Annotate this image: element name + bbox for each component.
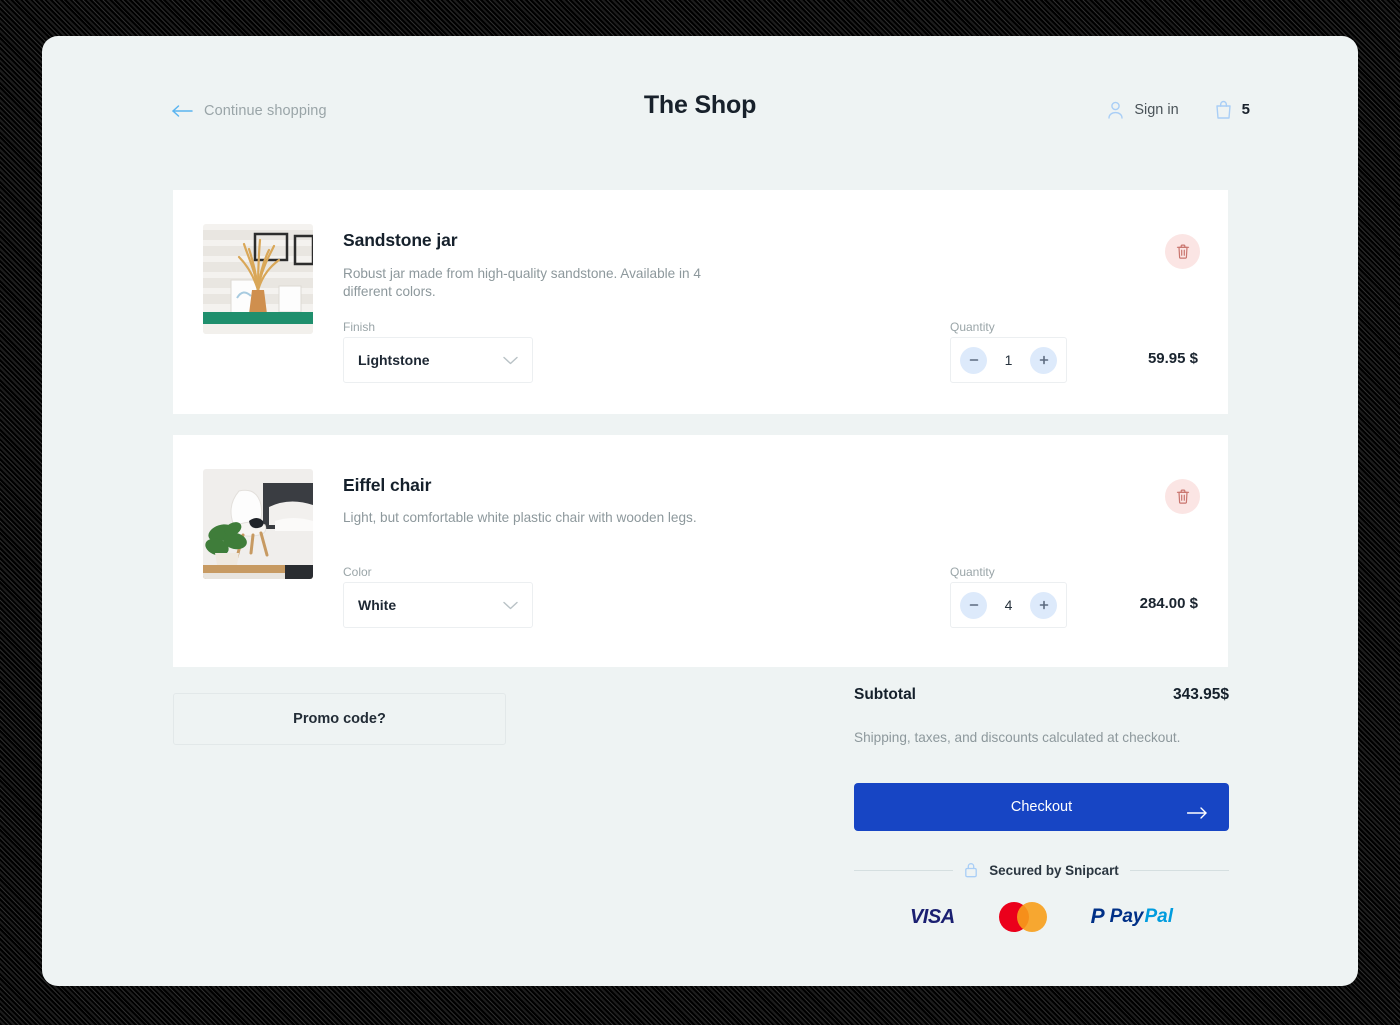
mastercard-orange-circle <box>1016 902 1047 932</box>
mastercard-logo <box>998 902 1047 932</box>
product-option-value: Lightstone <box>358 352 430 368</box>
product-title: Eiffel chair <box>343 475 432 495</box>
order-summary: Subtotal 343.95$ Shipping, taxes, and di… <box>854 686 1229 932</box>
cart-count-badge: 5 <box>1241 101 1250 118</box>
promo-code-label: Promo code? <box>293 711 386 727</box>
option-label: Color <box>343 565 372 579</box>
summary-note: Shipping, taxes, and discounts calculate… <box>854 730 1181 745</box>
paypal-logo: P Pay Pal <box>1091 905 1173 929</box>
secured-by-banner: Secured by Snipcart <box>854 862 1229 878</box>
divider-left <box>854 869 954 871</box>
minus-icon <box>968 599 980 611</box>
payment-logos: VISA P Pay Pal <box>854 902 1229 932</box>
visa-logo: VISA <box>909 905 955 928</box>
trash-icon <box>1176 244 1190 259</box>
paypal-mark: P <box>1090 905 1105 928</box>
divider-right <box>1129 869 1229 871</box>
quantity-label: Quantity <box>950 320 995 334</box>
product-option-select[interactable]: Lightstone <box>343 337 533 383</box>
paypal-text-pal: Pal <box>1144 906 1174 927</box>
checkout-label: Checkout <box>1010 799 1073 815</box>
promo-code-button[interactable]: Promo code? <box>173 693 506 745</box>
secured-by-label: Secured by Snipcart <box>989 862 1119 878</box>
shopping-bag-icon <box>1215 100 1232 119</box>
product-option-value: White <box>358 597 397 613</box>
quantity-decrement-button[interactable] <box>960 591 987 619</box>
remove-item-button[interactable] <box>1165 479 1200 514</box>
paypal-text-pay: Pay <box>1109 906 1144 927</box>
quantity-value: 1 <box>1004 352 1013 368</box>
browser-window: Continue shopping The Shop Sign in 5 San… <box>42 36 1358 986</box>
subtotal-label: Subtotal <box>854 686 916 703</box>
chevron-down-icon <box>503 601 518 610</box>
trash-icon <box>1176 489 1190 504</box>
user-icon <box>1107 101 1124 119</box>
lock-icon <box>964 862 978 878</box>
quantity-label: Quantity <box>950 565 995 579</box>
header-actions: Sign in 5 <box>1107 100 1250 119</box>
option-label: Finish <box>343 320 376 334</box>
page-header: Continue shopping The Shop Sign in 5 <box>42 36 1358 160</box>
checkout-button[interactable]: Checkout <box>854 783 1229 831</box>
quantity-value: 4 <box>1004 597 1013 613</box>
quantity-decrement-button[interactable] <box>960 346 987 374</box>
screenshot-frame: Continue shopping The Shop Sign in 5 San… <box>0 0 1400 1025</box>
remove-item-button[interactable] <box>1165 234 1200 269</box>
product-option-select[interactable]: White <box>343 582 533 628</box>
sign-in-label: Sign in <box>1134 101 1179 118</box>
quantity-stepper: 4 <box>950 582 1067 628</box>
quantity-increment-button[interactable] <box>1030 346 1057 374</box>
cart-item-row: Eiffel chair Light, but comfortable whit… <box>173 435 1228 667</box>
quantity-stepper: 1 <box>950 337 1067 383</box>
product-price: 284.00 $ <box>1139 595 1198 612</box>
cart-item-row: Sandstone jar Robust jar made from high-… <box>173 190 1228 414</box>
sign-in-button[interactable]: Sign in <box>1107 101 1179 119</box>
plus-icon <box>1038 599 1050 611</box>
subtotal-value: 343.95$ <box>1172 686 1229 703</box>
subtotal-row: Subtotal 343.95$ <box>854 686 1229 710</box>
product-price: 59.95 $ <box>1147 350 1198 367</box>
cart-button[interactable]: 5 <box>1215 100 1250 119</box>
product-thumbnail <box>203 469 313 579</box>
plus-icon <box>1038 354 1050 366</box>
product-title: Sandstone jar <box>343 230 458 250</box>
product-description: Robust jar made from high-quality sandst… <box>343 266 701 299</box>
product-description: Light, but comfortable white plastic cha… <box>343 510 697 525</box>
quantity-increment-button[interactable] <box>1030 591 1057 619</box>
product-thumbnail <box>203 224 313 334</box>
minus-icon <box>968 354 980 366</box>
chevron-down-icon <box>503 356 518 365</box>
